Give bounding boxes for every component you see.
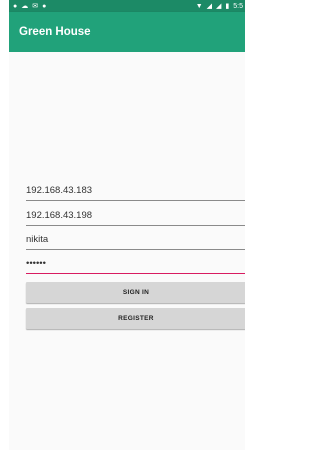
app-title: Green House	[19, 26, 91, 38]
password-field[interactable]	[26, 250, 246, 274]
status-left-icons: ● ☁ ✉ ●	[13, 2, 47, 11]
signal-icon: ◢	[216, 3, 222, 10]
mail-icon: ✉	[32, 3, 39, 10]
device-frame: ● ☁ ✉ ● ▼ ◢ ◢ ▮ 5:5 Green House SIGN IN …	[0, 0, 254, 450]
username-field[interactable]	[26, 226, 246, 250]
location-icon: ●	[42, 2, 47, 10]
status-time: 5:5	[233, 2, 243, 10]
sign-in-button[interactable]: SIGN IN	[26, 282, 246, 303]
status-bar: ● ☁ ✉ ● ▼ ◢ ◢ ▮ 5:5	[9, 0, 245, 12]
register-button[interactable]: REGISTER	[26, 308, 246, 329]
signal-icon: ◢	[206, 3, 213, 10]
app-bar: Green House	[9, 12, 245, 52]
cloud-icon: ☁	[21, 3, 29, 10]
ip-address-field-2[interactable]	[26, 202, 246, 226]
battery-icon: ▮	[225, 3, 230, 10]
ip-address-field-1[interactable]	[26, 177, 246, 201]
location-icon: ●	[13, 2, 18, 10]
wifi-icon: ▼	[195, 2, 203, 10]
status-right-icons: ▼ ◢ ◢ ▮ 5:5	[195, 2, 243, 11]
